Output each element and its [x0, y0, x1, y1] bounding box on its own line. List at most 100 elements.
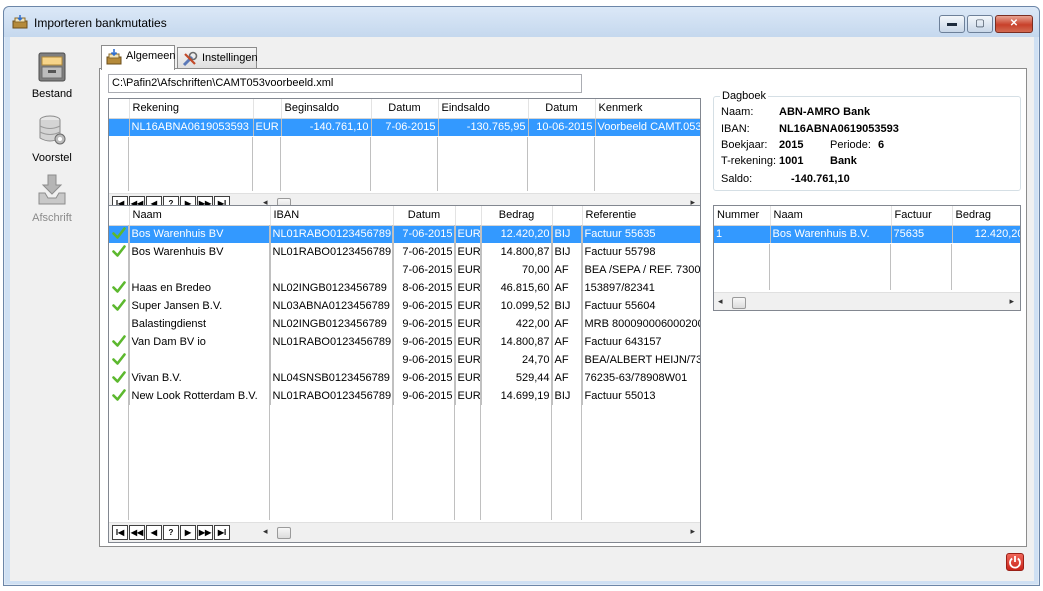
- next-record-button[interactable]: ▶: [180, 525, 196, 540]
- cell-datum: 9-06-2015: [393, 369, 456, 387]
- column-header-eindsaldo[interactable]: Eindsaldo: [438, 99, 529, 119]
- horizontal-scrollbar[interactable]: ◂ ▸: [716, 296, 1016, 310]
- trekening-naam: Bank: [830, 155, 857, 167]
- table-row[interactable]: Super Jansen B.V. NL03ABNA0123456789 9-06-…: [109, 297, 700, 315]
- cell-iban: [270, 351, 394, 369]
- sidebar-item-afschrift[interactable]: Afschrift: [14, 173, 90, 224]
- matches-grid[interactable]: Nummer Naam Factuur Bedrag 1 Bos Warenhu…: [713, 205, 1021, 311]
- cell-datum: 7-06-2015: [393, 261, 456, 279]
- cell-bij-af: AF: [552, 279, 583, 297]
- archive-box-icon: [38, 52, 66, 82]
- column-header-kenmerk[interactable]: Kenmerk: [595, 99, 700, 119]
- table-row[interactable]: Vivan B.V. NL04SNSB0123456789 9-06-2015 EUR…: [109, 369, 700, 387]
- column-header-rekening[interactable]: Rekening: [129, 99, 254, 119]
- scroll-thumb[interactable]: [732, 297, 746, 309]
- cell-valuta: EUR: [455, 387, 482, 405]
- cell-bij-af: AF: [552, 351, 583, 369]
- tab-algemeen[interactable]: Algemeen: [101, 45, 176, 70]
- column-header-bedrag[interactable]: Bedrag: [481, 206, 553, 226]
- saldo-value: -140.761,10: [791, 173, 850, 185]
- table-row[interactable]: 9-06-2015 EUR 24,70 AF BEA/ALBERT HEIJN/73: [109, 351, 700, 369]
- table-row[interactable]: Bos Warenhuis BV NL01RABO0123456789 7-06-2…: [109, 243, 700, 261]
- sidebar-item-bestand[interactable]: Bestand: [14, 49, 90, 100]
- iban-label: IBAN:: [721, 123, 750, 135]
- scroll-left-icon[interactable]: ◂: [263, 526, 268, 537]
- cell-valuta: EUR: [455, 279, 482, 297]
- file-path-field[interactable]: C:\Pafin2\Afschriften\CAMT053voorbeeld.x…: [108, 74, 582, 93]
- checkmark-icon: [112, 334, 126, 347]
- trekening-label: T-rekening:: [721, 155, 777, 167]
- exit-button[interactable]: [1006, 553, 1024, 571]
- table-row[interactable]: NL16ABNA0619053593 EUR -140.761,10 7-06-…: [109, 118, 700, 136]
- cell-bedrag: 14.800,87: [481, 243, 553, 261]
- scroll-right-icon[interactable]: ▸: [690, 526, 695, 537]
- cell-bij-af: BIJ: [552, 387, 583, 405]
- prior-page-button[interactable]: ◀◀: [129, 525, 145, 540]
- last-record-button[interactable]: ▶I: [214, 525, 230, 540]
- scroll-left-icon[interactable]: ◂: [718, 296, 723, 307]
- table-row[interactable]: Haas en Bredeo NL02INGB0123456789 8-06-201…: [109, 279, 700, 297]
- minimize-button[interactable]: ▬: [939, 15, 965, 33]
- cell-bij-af: BIJ: [552, 225, 583, 243]
- column-header-datum[interactable]: Datum: [393, 206, 456, 226]
- sidebar-item-label: Voorstel: [32, 152, 72, 164]
- scroll-thumb[interactable]: [277, 527, 291, 539]
- cell-bedrag: 12.420,20: [481, 225, 553, 243]
- close-button[interactable]: ✕: [995, 15, 1033, 33]
- cell-datum: 8-06-2015: [393, 279, 456, 297]
- column-header-iban[interactable]: IBAN: [270, 206, 394, 226]
- table-row[interactable]: Balastingdienst NL02INGB0123456789 9-06-20…: [109, 315, 700, 333]
- scroll-right-icon[interactable]: ▸: [1009, 296, 1014, 307]
- horizontal-scrollbar[interactable]: ◂ ▸: [261, 526, 697, 540]
- cell-iban: NL01RABO0123456789: [270, 387, 394, 405]
- transactions-grid[interactable]: Naam IBAN Datum Bedrag Referentie Bos Wa…: [108, 205, 701, 543]
- column-header-naam[interactable]: Naam: [770, 206, 892, 226]
- cell-eindsaldo: -130.765,95: [438, 118, 529, 136]
- cell-nummer: 1: [714, 225, 771, 243]
- table-row[interactable]: 1 Bos Warenhuis B.V. 75635 12.420,20: [714, 225, 1020, 243]
- next-page-button[interactable]: ▶▶: [197, 525, 213, 540]
- sidebar-item-voorstel[interactable]: Voorstel: [14, 113, 90, 164]
- column-header-factuur[interactable]: Factuur: [891, 206, 953, 226]
- tools-icon: [182, 51, 198, 67]
- column-header-naam[interactable]: Naam: [129, 206, 271, 226]
- first-record-button[interactable]: I◀: [112, 525, 128, 540]
- statements-grid[interactable]: Rekening Beginsaldo Datum Eindsaldo Datu…: [108, 98, 701, 214]
- cell-valuta: EUR: [253, 118, 282, 136]
- column-header-bedrag[interactable]: Bedrag: [952, 206, 1020, 226]
- cell-bedrag: 10.099,52: [481, 297, 553, 315]
- cell-referentie: MRB 800090006000200: [582, 315, 700, 333]
- cell-factuur: 75635: [891, 225, 953, 243]
- cell-datum: 7-06-2015: [393, 225, 456, 243]
- main-window: Importeren bankmutaties ▬ ▢ ✕ Bestand Vo…: [3, 6, 1040, 586]
- cell-bedrag: 12.420,20: [952, 225, 1020, 243]
- cell-naam: Bos Warenhuis BV: [129, 243, 271, 261]
- cell-iban: NL01RABO0123456789: [270, 333, 394, 351]
- table-row[interactable]: Van Dam BV io NL01RABO0123456789 9-06-2015…: [109, 333, 700, 351]
- checkmark-icon: [112, 280, 126, 293]
- column-header-nummer[interactable]: Nummer: [714, 206, 771, 226]
- cell-datum: 9-06-2015: [393, 387, 456, 405]
- dagboek-panel: Dagboek Naam: ABN-AMRO Bank IBAN: NL16AB…: [713, 90, 1021, 191]
- tab-instellingen[interactable]: Instellingen: [177, 47, 258, 69]
- title-bar[interactable]: Importeren bankmutaties ▬ ▢ ✕: [4, 7, 1039, 37]
- cell-bij-af: AF: [552, 333, 583, 351]
- cell-bij-af: BIJ: [552, 297, 583, 315]
- column-header-datum[interactable]: Datum: [371, 99, 439, 119]
- table-row[interactable]: Bos Warenhuis BV NL01RABO0123456789 7-06-2…: [109, 225, 700, 243]
- naam-label: Naam:: [721, 106, 754, 118]
- table-row[interactable]: New Look Rotterdam B.V. NL01RABO012345678…: [109, 387, 700, 405]
- cell-datum: 7-06-2015: [371, 118, 439, 136]
- cell-iban: NL04SNSB0123456789: [270, 369, 394, 387]
- prior-record-button[interactable]: ◀: [146, 525, 162, 540]
- help-button[interactable]: ?: [163, 525, 179, 540]
- iban-value: NL16ABNA0619053593: [779, 123, 899, 135]
- column-header-beginsaldo[interactable]: Beginsaldo: [281, 99, 372, 119]
- table-row[interactable]: 7-06-2015 EUR 70,00 AF BEA /SEPA / REF. 7300: [109, 261, 700, 279]
- cell-bij-af: BIJ: [552, 243, 583, 261]
- cell-referentie: 153897/82341: [582, 279, 700, 297]
- naam-value: ABN-AMRO Bank: [779, 106, 871, 118]
- maximize-button[interactable]: ▢: [967, 15, 993, 33]
- column-header-datum[interactable]: Datum: [528, 99, 596, 119]
- column-header-referentie[interactable]: Referentie: [582, 206, 700, 226]
